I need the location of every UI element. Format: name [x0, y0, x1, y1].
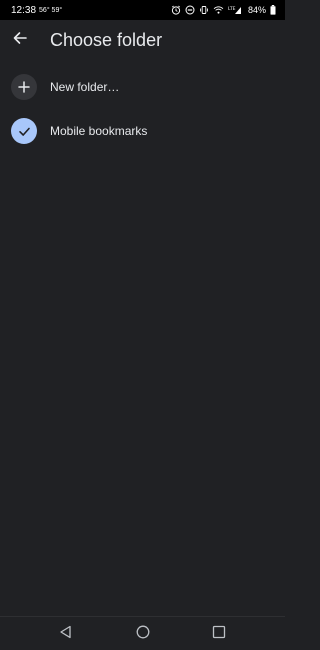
app-bar: Choose folder: [0, 20, 285, 60]
page-title: Choose folder: [50, 29, 163, 50]
new-folder-item[interactable]: New folder…: [0, 65, 285, 109]
recents-square-icon: [212, 625, 226, 644]
battery-percent: 84%: [247, 5, 266, 15]
check-icon: [11, 118, 37, 144]
nav-recents-button[interactable]: [211, 625, 227, 644]
vibrate-icon: [199, 5, 209, 15]
folder-list: New folder… Mobile bookmarks: [0, 65, 285, 153]
home-circle-icon: [136, 625, 150, 644]
battery-icon: [270, 5, 276, 15]
mobile-bookmarks-label: Mobile bookmarks: [50, 124, 148, 138]
arrow-back-icon: [12, 30, 28, 51]
status-bar: 12:38 56° 59° LTE 84%: [0, 0, 285, 20]
signal-icon: LTE: [228, 5, 242, 15]
nav-back-button[interactable]: [58, 625, 74, 644]
back-button[interactable]: [8, 28, 32, 52]
wifi-icon: [213, 5, 224, 15]
navigation-bar: [0, 616, 285, 650]
plus-icon: [11, 74, 37, 100]
new-folder-label: New folder…: [50, 80, 120, 94]
do-not-disturb-icon: [185, 5, 195, 15]
status-time: 12:38: [11, 4, 37, 16]
svg-text:LTE: LTE: [228, 6, 236, 12]
mobile-bookmarks-item[interactable]: Mobile bookmarks: [0, 109, 285, 153]
nav-home-button[interactable]: [135, 625, 151, 644]
back-triangle-icon: [59, 625, 73, 644]
status-temps: 56° 59°: [39, 6, 63, 14]
alarm-icon: [171, 5, 181, 15]
